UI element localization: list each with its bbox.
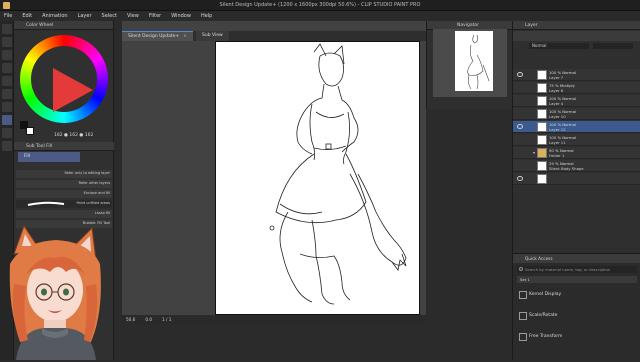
color-wheel-inner	[31, 46, 97, 112]
minimize-button[interactable]	[600, 0, 614, 11]
fill-tool-icon[interactable]	[2, 115, 12, 125]
quick-access-item[interactable]: Kernel Display	[513, 288, 640, 304]
layer-thumbnail	[537, 70, 547, 80]
layer-row[interactable]: 100 % Normal Layer 11	[513, 134, 640, 146]
page-readout: 1 / 1	[162, 317, 172, 322]
window-title: Silent Design Update+ (1200 x 1600px 300…	[219, 2, 421, 8]
drawing-canvas[interactable]	[215, 41, 420, 315]
brush-stroke-preview	[27, 201, 65, 206]
right-panel: Layer Normal 100 % Normal Layer 7 75 % M…	[512, 21, 640, 360]
zoom-tool-icon[interactable]	[2, 24, 12, 34]
color-wheel-tab[interactable]: Color Wheel	[14, 21, 113, 30]
layer-thumbnail	[537, 135, 547, 145]
subtool-row[interactable]: Enclose and fill	[16, 190, 112, 198]
layer-thumbnail	[537, 96, 547, 106]
zoom-readout[interactable]: 50.6	[126, 317, 135, 322]
menu-layer[interactable]: Layer	[78, 13, 92, 19]
layer-thumbnail	[537, 83, 547, 93]
avatar-illustration	[9, 224, 101, 360]
move-tool-icon[interactable]	[2, 37, 12, 47]
layer-row-selected[interactable]: 100 % Normal Layer 12	[513, 121, 640, 133]
layer-toolbar: Normal	[513, 31, 640, 49]
gradient-tool-icon[interactable]	[2, 128, 12, 138]
pen-tool-icon[interactable]	[2, 63, 12, 73]
layer-thumbnail	[537, 174, 547, 184]
title-bar: Silent Design Update+ (1200 x 1600px 300…	[0, 0, 640, 11]
menu-view[interactable]: View	[127, 13, 139, 19]
search-icon	[519, 267, 523, 271]
navigator-sketch	[467, 34, 490, 90]
color-values: 182 ● 162 ● 162	[54, 133, 94, 138]
visibility-eye-icon[interactable]	[517, 124, 523, 129]
layer-thumbnail	[537, 161, 547, 171]
menu-window[interactable]: Window	[171, 13, 191, 19]
layer-thumbnail	[537, 122, 547, 132]
menu-edit[interactable]: Edit	[22, 13, 32, 19]
menu-file[interactable]: File	[4, 13, 12, 19]
quick-access-tab[interactable]: Quick Access	[513, 254, 640, 263]
folder-icon	[537, 148, 547, 158]
color-triangle[interactable]	[53, 68, 93, 112]
subtool-row[interactable]: Lasso fill	[16, 210, 112, 218]
layer-row-folder[interactable]: ▾ 50 % Normal Folder 1	[513, 147, 640, 159]
folder-expander-icon[interactable]: ▾	[533, 150, 535, 155]
document-tabs: Silent Design Update+ × Sub View	[122, 31, 426, 41]
layer-thumbnail	[537, 109, 547, 119]
fill-subtool[interactable]: Fill	[18, 152, 80, 162]
eraser-tool-icon[interactable]	[2, 102, 12, 112]
layer-row[interactable]	[513, 173, 640, 185]
navigator-thumbnail	[455, 31, 493, 91]
color-wheel[interactable]	[20, 35, 108, 123]
brush-tool-icon[interactable]	[2, 89, 12, 99]
maximize-button[interactable]	[614, 0, 628, 11]
layer-row[interactable]: 75 % Multiply Layer 6	[513, 82, 640, 94]
layer-row[interactable]: 29 % Normal Silent Body Shape	[513, 160, 640, 172]
sketch-drawing	[269, 43, 407, 305]
quick-access-item[interactable]: Free Transform	[513, 330, 640, 346]
subtool-row[interactable]: Paint unfilled areas	[16, 200, 112, 208]
free-transform-icon	[519, 333, 527, 341]
angle-readout[interactable]: 0.0	[145, 317, 152, 322]
bottom-bar	[122, 324, 426, 360]
subtool-row[interactable]: Refer other layers	[16, 180, 112, 188]
status-bar: 50.6 0.0 1 / 1	[122, 315, 426, 324]
pencil-tool-icon[interactable]	[2, 76, 12, 86]
quick-access-search[interactable]: Search by material name, tag, or descrip…	[517, 266, 637, 273]
visibility-eye-icon[interactable]	[517, 72, 523, 77]
quick-access-set[interactable]: Set 1	[517, 276, 637, 283]
layer-row[interactable]: 100 % Normal Layer 7	[513, 69, 640, 81]
kernel-display-icon	[519, 291, 527, 299]
visibility-eye-icon[interactable]	[517, 176, 523, 181]
subtool-row[interactable]: Refer only to editing layer	[16, 170, 112, 178]
layer-list: 100 % Normal Layer 7 75 % Multiply Layer…	[513, 43, 640, 213]
layer-tab[interactable]: Layer	[513, 21, 640, 30]
quick-access-panel: Quick Access Search by material name, ta…	[513, 253, 640, 360]
navigator-panel: Navigator	[426, 21, 512, 109]
tab-sub-view[interactable]: Sub View	[196, 31, 229, 41]
menu-animation[interactable]: Animation	[42, 13, 68, 19]
menu-help[interactable]: Help	[201, 13, 212, 19]
vtuber-avatar	[0, 224, 112, 360]
layer-row[interactable]: 100 % Normal Layer 10	[513, 108, 640, 120]
navigator-preview[interactable]	[433, 29, 507, 97]
quick-access-item[interactable]: Scale/Rotate	[513, 309, 640, 325]
tab-document[interactable]: Silent Design Update+ ×	[122, 31, 193, 41]
select-tool-icon[interactable]	[2, 50, 12, 60]
scale-rotate-icon	[519, 312, 527, 320]
sub-color-swatch[interactable]	[26, 127, 34, 135]
close-tab-icon[interactable]: ×	[183, 34, 187, 39]
menu-filter[interactable]: Filter	[149, 13, 161, 19]
menu-select[interactable]: Select	[102, 13, 117, 19]
menu-bar: File Edit Animation Layer Select View Fi…	[0, 11, 640, 21]
layer-row[interactable]: 100 % Normal Layer 4	[513, 95, 640, 107]
close-button[interactable]	[627, 0, 640, 11]
text-tool-icon[interactable]	[2, 141, 12, 151]
